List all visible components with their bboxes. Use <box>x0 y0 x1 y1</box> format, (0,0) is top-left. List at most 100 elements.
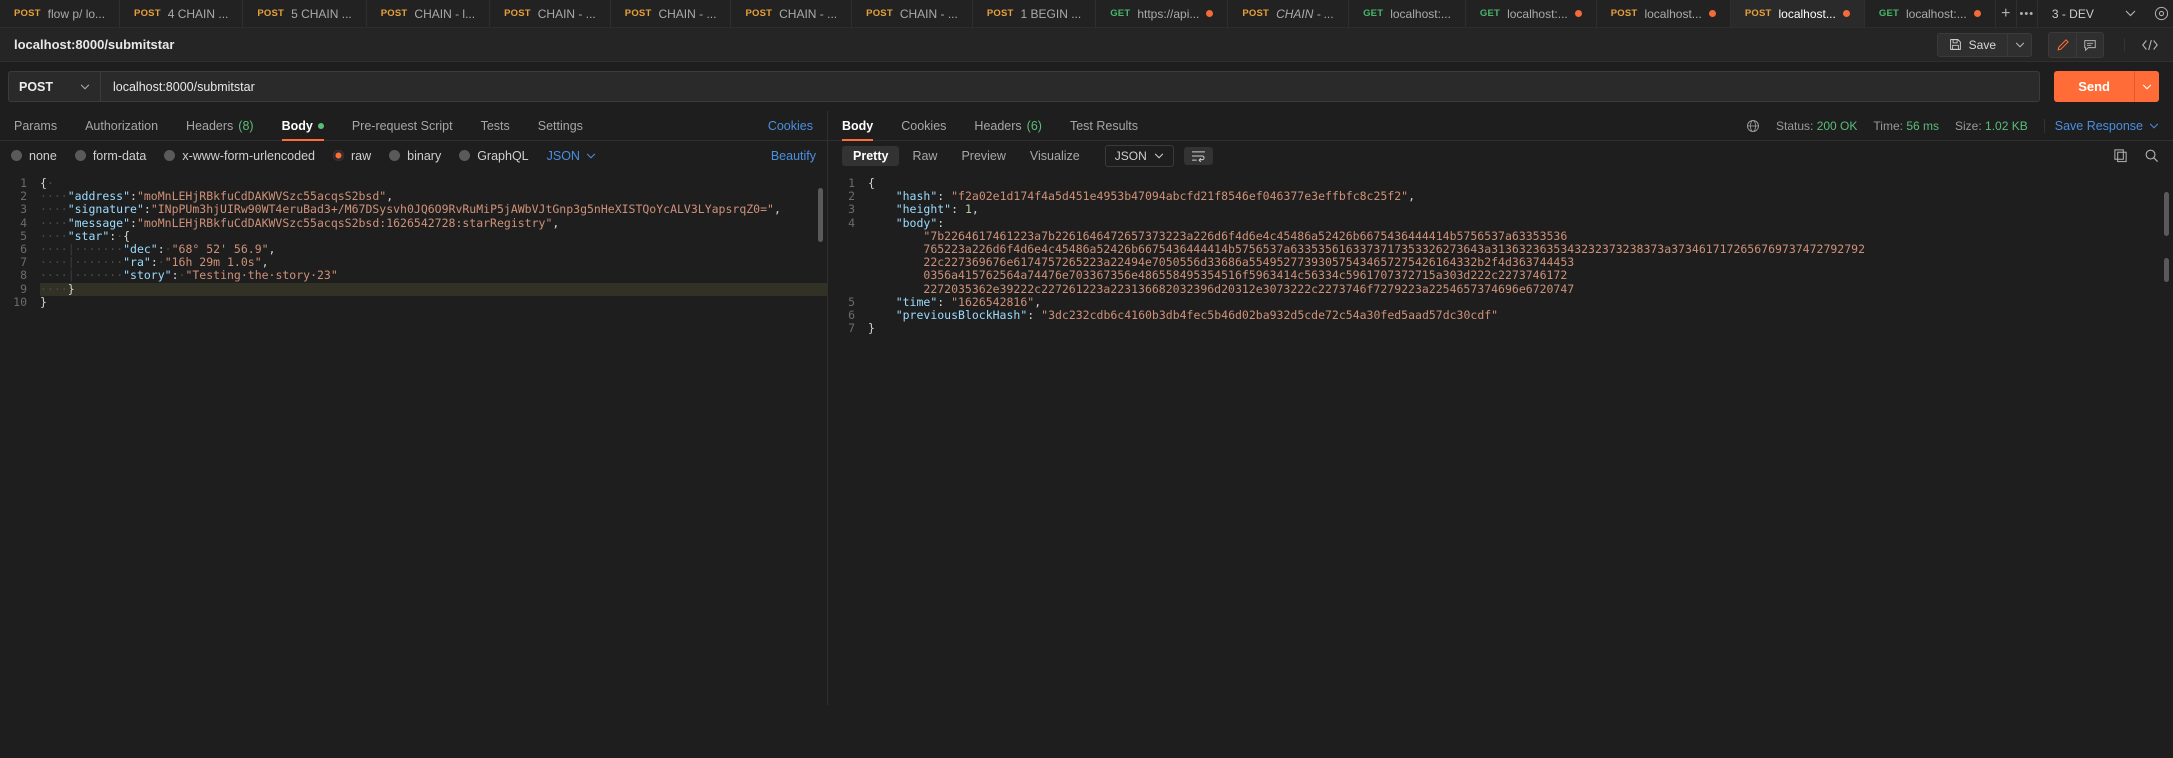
body-type-raw[interactable]: raw <box>333 149 371 163</box>
send-options-button[interactable] <box>2134 71 2159 102</box>
request-tab[interactable]: POST localhost... <box>1730 0 1865 27</box>
wrap-lines-button[interactable] <box>1183 146 1213 165</box>
pencil-icon <box>2056 38 2070 52</box>
body-type-form-data[interactable]: form-data <box>74 149 146 163</box>
http-method-select[interactable]: POST <box>8 71 100 102</box>
request-tab[interactable]: POST CHAIN - ... <box>731 0 853 27</box>
request-tab[interactable]: POST CHAIN - ... <box>611 0 732 27</box>
request-cookies-link[interactable]: Cookies <box>768 119 813 133</box>
beautify-button[interactable]: Beautify <box>771 149 816 163</box>
body-format-select[interactable]: JSON <box>547 149 596 163</box>
tab-method-label: GET <box>1479 8 1501 19</box>
request-tab-headers[interactable]: Headers (8) <box>186 111 254 141</box>
url-input[interactable]: localhost:8000/submitstar <box>100 71 2041 102</box>
request-tab[interactable]: POST CHAIN - ... <box>852 0 973 27</box>
new-tab-button[interactable]: + <box>1996 0 2017 27</box>
request-tab-params[interactable]: Params <box>14 111 57 141</box>
tab-title-label: 5 CHAIN ... <box>291 6 352 21</box>
request-tab-authorization[interactable]: Authorization <box>85 111 158 141</box>
request-editor-scrollbar-thumb-2[interactable] <box>818 218 823 232</box>
request-tab-body[interactable]: Body <box>281 111 325 141</box>
edit-request-button[interactable] <box>2049 32 2076 57</box>
request-tab[interactable]: POST flow p/ lo... <box>0 0 121 27</box>
copy-response-button[interactable] <box>2113 148 2128 163</box>
request-tab[interactable]: POST 5 CHAIN ... <box>243 0 367 27</box>
request-title: localhost:8000/submitstar <box>14 37 175 52</box>
url-value: localhost:8000/submitstar <box>113 79 255 94</box>
tab-label: Test Results <box>1069 118 1139 133</box>
request-tab[interactable]: POST CHAIN - ... <box>1228 0 1350 27</box>
request-tab[interactable]: GET localhost:... <box>1466 0 1597 27</box>
size-label-text: Size: <box>1955 118 1982 133</box>
chevron-down-icon <box>2149 122 2159 129</box>
radio-icon <box>164 150 176 161</box>
request-tab[interactable]: POST 4 CHAIN ... <box>120 0 244 27</box>
request-tab[interactable]: POST CHAIN - l... <box>367 0 491 27</box>
time-label: Time: 56 ms <box>1873 119 1939 133</box>
environment-label: 3 - DEV <box>2051 6 2094 21</box>
unsaved-indicator-icon <box>1574 10 1582 17</box>
body-type-binary[interactable]: binary <box>389 149 441 163</box>
tab-method-label: POST <box>986 8 1014 19</box>
request-tab-pre-request-script[interactable]: Pre-request Script <box>352 111 453 141</box>
search-icon <box>2144 148 2159 163</box>
tab-method-label: POST <box>14 8 41 19</box>
line-number: 10 <box>13 294 27 309</box>
tab-method-label: POST <box>1744 8 1772 19</box>
response-view-visualize[interactable]: Visualize <box>1019 146 1091 166</box>
response-editor-scrollbar[interactable] <box>2164 192 2169 236</box>
response-tab-cookies[interactable]: Cookies <box>901 111 946 141</box>
search-response-button[interactable] <box>2144 148 2159 163</box>
chevron-down-icon <box>1154 152 1164 159</box>
code-line: "previousBlockHash": "3dc232cdb6c4160b3d… <box>895 307 1499 322</box>
copy-icon <box>2113 148 2128 163</box>
tab-label: Settings <box>537 118 583 133</box>
chevron-down-icon <box>2015 41 2025 48</box>
request-tab[interactable]: POST 1 BEGIN ... <box>973 0 1097 27</box>
comment-request-button[interactable] <box>2076 32 2103 57</box>
response-tab-body[interactable]: Body <box>842 111 874 141</box>
response-format-select[interactable]: JSON <box>1104 144 1174 167</box>
response-view-raw[interactable]: Raw <box>901 146 948 166</box>
request-tab-settings[interactable]: Settings <box>538 111 583 141</box>
environment-quick-look-button[interactable] <box>2150 0 2173 27</box>
request-tab[interactable]: GET localhost:... <box>1865 0 1996 27</box>
line-number <box>828 283 855 296</box>
response-code-content[interactable]: { "hash": "f2a02e1d174f4a5d451e4953b4709… <box>862 170 2173 705</box>
environment-selector[interactable]: 3 - DEV <box>2038 0 2150 27</box>
unsaved-indicator-icon <box>1973 10 1981 17</box>
radio-icon <box>459 150 471 161</box>
body-type-none[interactable]: none <box>11 149 57 163</box>
response-view-preview[interactable]: Preview <box>950 146 1016 166</box>
code-snippet-button[interactable] <box>2124 37 2159 52</box>
code-line: ····|·······"story":·"Testing·the·story·… <box>40 268 338 283</box>
tab-more-button[interactable]: ••• <box>2017 0 2038 27</box>
save-options-button[interactable] <box>2008 32 2032 57</box>
response-view-row: Pretty Raw Preview Visualize JSON <box>828 141 2173 170</box>
request-tab-tests[interactable]: Tests <box>481 111 510 141</box>
request-tab[interactable]: GET https://api... <box>1096 0 1229 27</box>
response-line-numbers: 1234 567 <box>828 170 862 705</box>
response-tab-test-results[interactable]: Test Results <box>1070 111 1138 141</box>
body-type-graphql[interactable]: GraphQL <box>459 149 529 163</box>
save-button[interactable]: Save <box>1936 32 2008 57</box>
comment-icon <box>2083 38 2097 52</box>
response-tab-headers[interactable]: Headers (6) <box>974 111 1042 141</box>
request-tab[interactable]: POST CHAIN - ... <box>490 0 611 27</box>
request-body-editor[interactable]: 1 2 3 4 5 6 7 8 9 10 {· ····"address":"moMnLEHjRBk… <box>0 170 827 705</box>
request-tab[interactable]: GET localhost:... <box>1349 0 1466 27</box>
response-body-editor[interactable]: 1234 567 { "hash": "f2a02e1d174f4a5d451e… <box>828 170 2173 705</box>
code-line: ····} <box>40 282 827 296</box>
send-button[interactable]: Send <box>2054 71 2134 102</box>
line-number: 3 <box>848 202 855 217</box>
body-type-x-www-form-urlencoded[interactable]: x-www-form-urlencoded <box>164 149 315 163</box>
response-view-pretty[interactable]: Pretty <box>842 145 900 166</box>
save-response-button[interactable]: Save Response <box>2055 119 2143 133</box>
body-type-label: binary <box>407 148 442 163</box>
response-editor-scrollbar-thumb-2[interactable] <box>2164 258 2169 282</box>
tab-title-label: CHAIN - ... <box>1276 6 1335 21</box>
tab-label: Params <box>14 118 58 133</box>
request-editor-scrollbar[interactable] <box>818 188 823 242</box>
request-code-content[interactable]: {· ····"address":"moMnLEHjRBkfuCdDAKWVSzc… <box>34 170 827 705</box>
request-tab[interactable]: POST localhost... <box>1597 0 1731 27</box>
